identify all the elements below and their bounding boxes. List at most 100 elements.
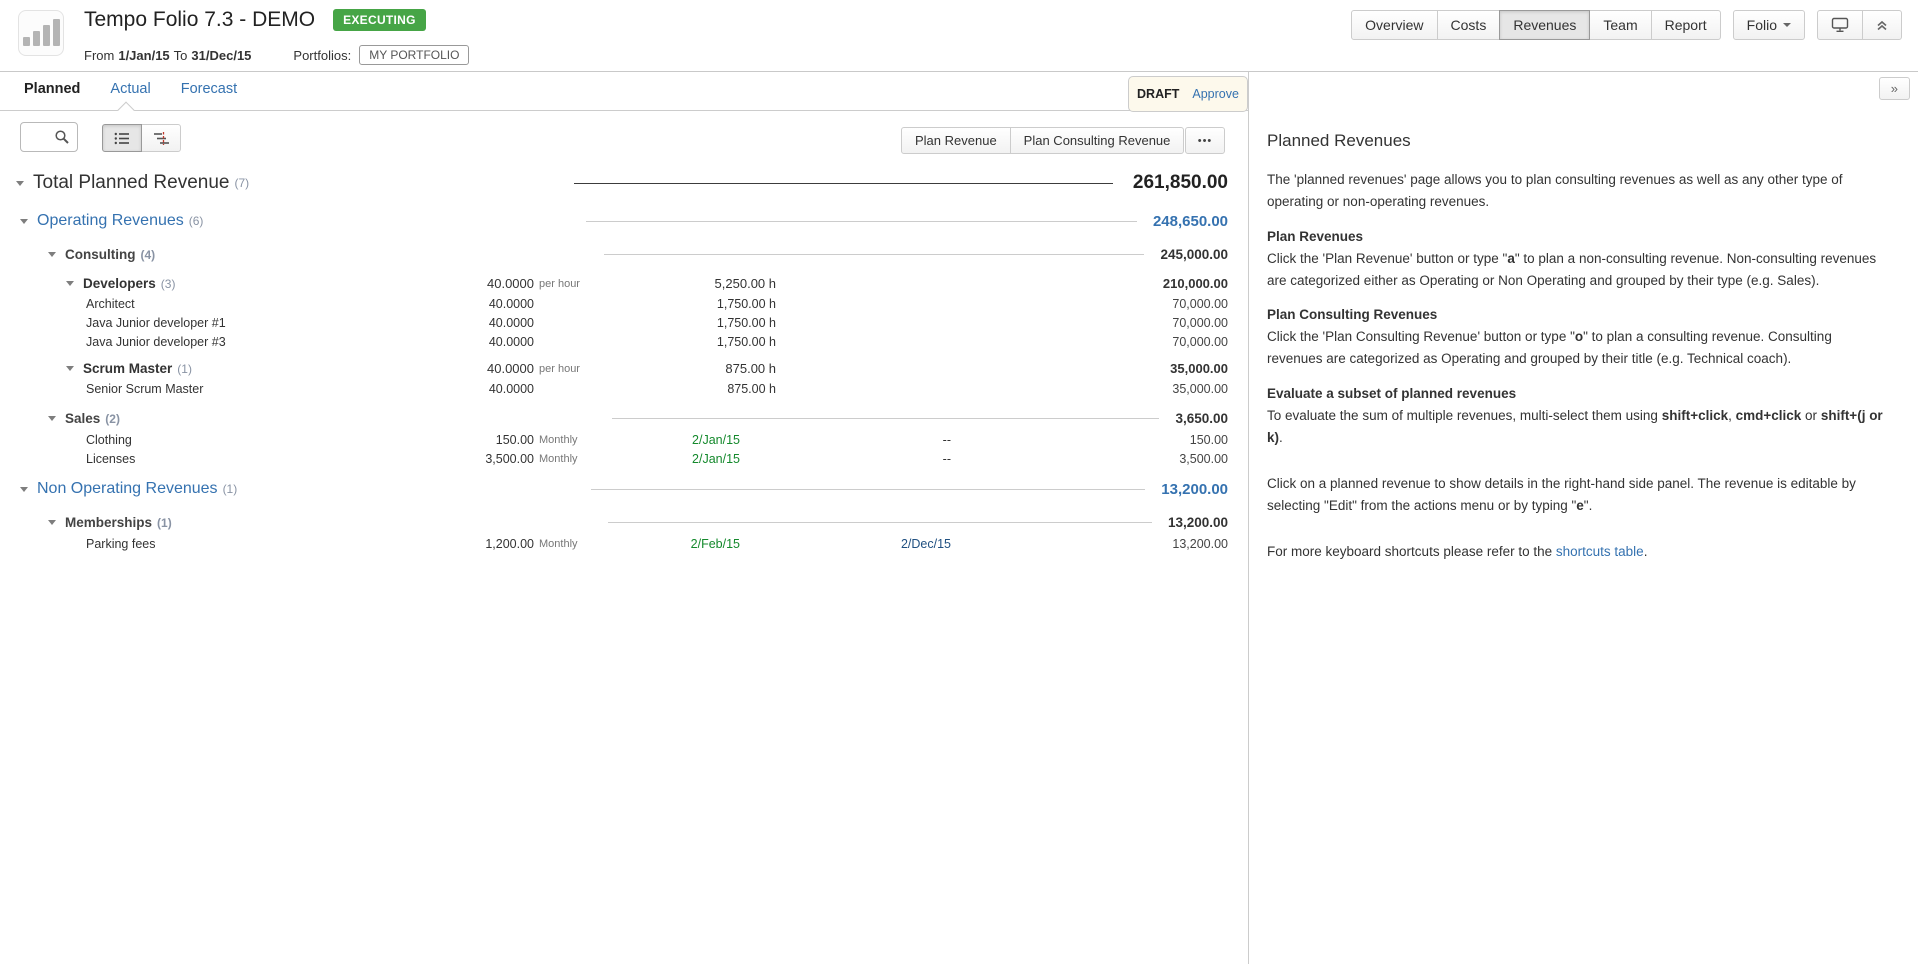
amount-cell: 13,200.00: [1161, 481, 1228, 498]
view-subnav: Planned Actual Forecast: [0, 72, 1248, 110]
shortcuts-table-link[interactable]: shortcuts table: [1556, 544, 1644, 559]
rate-cell: 40.0000: [414, 335, 534, 349]
row-label: Parking fees: [86, 537, 155, 551]
tab-forecast[interactable]: Forecast: [181, 81, 237, 97]
portfolios-label: Portfolios:: [293, 48, 351, 63]
nav-tab-team[interactable]: Team: [1589, 10, 1651, 40]
table-row[interactable]: Non Operating Revenues(1)13,200.00: [16, 476, 1228, 502]
rate-unit-cell: per hour: [534, 363, 596, 375]
subnav-divider: [0, 110, 1248, 111]
panel-paragraph: Click the 'Plan Consulting Revenue' butt…: [1267, 326, 1891, 370]
amount-cell: 210,000.00: [951, 276, 1228, 291]
rate-cell: 1,200.00: [414, 537, 534, 551]
approve-link[interactable]: Approve: [1192, 87, 1239, 101]
hours-or-start-cell: 1,750.00 h: [596, 335, 776, 349]
date-range-from-label: From: [84, 48, 114, 63]
panel-subheading: Plan Revenues: [1267, 229, 1891, 244]
panel-subheading: Plan Consulting Revenues: [1267, 307, 1891, 322]
chevron-down-icon[interactable]: [66, 366, 74, 371]
rate-unit-cell: per hour: [534, 278, 596, 290]
expand-panel-button[interactable]: »: [1879, 77, 1910, 100]
table-row[interactable]: Total Planned Revenue(7)261,850.00: [16, 166, 1228, 200]
hours-or-start-cell: 875.00 h: [596, 361, 776, 376]
table-row[interactable]: Sales(2)3,650.00: [16, 407, 1228, 430]
portfolio-button[interactable]: MY PORTFOLIO: [359, 45, 469, 65]
row-rule: [574, 183, 1112, 184]
timeline-view-icon: [153, 132, 170, 145]
hours-or-start-cell: 2/Jan/15: [596, 452, 776, 466]
row-rule: [608, 522, 1152, 523]
table-row[interactable]: Developers(3)40.0000per hour5,250.00 h21…: [16, 273, 1228, 294]
table-row[interactable]: Operating Revenues(6)248,650.00: [16, 208, 1228, 234]
table-row[interactable]: Architect40.00001,750.00 h70,000.00: [16, 294, 1228, 313]
timeline-view-button[interactable]: [141, 124, 181, 152]
row-count: (6): [189, 214, 204, 228]
hours-or-start-cell: 1,750.00 h: [596, 297, 776, 311]
panel-paragraph: To evaluate the sum of multiple revenues…: [1267, 405, 1891, 449]
row-rule: [604, 254, 1144, 255]
amount-cell: 70,000.00: [951, 335, 1228, 349]
rate-cell: 40.0000: [414, 276, 534, 291]
table-row[interactable]: Java Junior developer #340.00001,750.00 …: [16, 332, 1228, 351]
monitor-icon: [1831, 17, 1849, 33]
table-row[interactable]: Java Junior developer #140.00001,750.00 …: [16, 313, 1228, 332]
amount-cell: 150.00: [951, 433, 1228, 447]
more-actions-button[interactable]: •••: [1185, 127, 1225, 154]
row-rule: [591, 489, 1146, 490]
table-row[interactable]: Memberships(1)13,200.00: [16, 511, 1228, 534]
amount-cell: 245,000.00: [1160, 247, 1228, 262]
table-row[interactable]: Senior Scrum Master40.0000875.00 h35,000…: [16, 379, 1228, 398]
chevron-down-icon[interactable]: [48, 252, 56, 257]
nav-tab-revenues[interactable]: Revenues: [1499, 10, 1590, 40]
rate-cell: 40.0000: [414, 361, 534, 376]
amount-cell: 13,200.00: [1168, 515, 1228, 530]
presentation-mode-button[interactable]: [1817, 10, 1863, 40]
page-title: Tempo Folio 7.3 - DEMO: [84, 8, 315, 32]
nav-tab-report[interactable]: Report: [1651, 10, 1721, 40]
chevron-down-icon[interactable]: [48, 416, 56, 421]
row-label: Consulting: [65, 247, 136, 262]
rate-unit-cell: Monthly: [534, 434, 596, 446]
plan-revenue-button[interactable]: Plan Revenue: [901, 127, 1011, 154]
nav-tab-overview[interactable]: Overview: [1351, 10, 1437, 40]
hours-or-start-cell: 2/Feb/15: [596, 537, 776, 551]
table-row[interactable]: Licenses3,500.00Monthly2/Jan/15--3,500.0…: [16, 449, 1228, 468]
chevron-down-icon[interactable]: [66, 281, 74, 286]
main-nav-tabs: OverviewCostsRevenuesTeamReport: [1351, 10, 1720, 40]
folio-menu-button[interactable]: Folio: [1733, 10, 1805, 40]
row-label: Clothing: [86, 433, 132, 447]
status-badge: EXECUTING: [333, 9, 426, 31]
collapse-header-button[interactable]: [1862, 10, 1902, 40]
panel-body: The 'planned revenues' page allows you t…: [1267, 169, 1891, 562]
end-date-cell: --: [776, 433, 951, 447]
hours-or-start-cell: 1,750.00 h: [596, 316, 776, 330]
table-row[interactable]: Clothing150.00Monthly2/Jan/15--150.00: [16, 430, 1228, 449]
chevrons-up-icon: [1876, 19, 1888, 31]
row-count: (2): [105, 412, 120, 426]
amount-cell: 35,000.00: [951, 382, 1228, 396]
list-view-button[interactable]: [102, 124, 142, 152]
app-logo-icon: [18, 10, 64, 56]
table-row[interactable]: Parking fees1,200.00Monthly2/Feb/152/Dec…: [16, 534, 1228, 553]
date-range-from: 1/Jan/15: [118, 48, 169, 63]
panel-title: Planned Revenues: [1267, 131, 1891, 151]
table-row[interactable]: Consulting(4)245,000.00: [16, 243, 1228, 266]
row-label: Total Planned Revenue: [33, 172, 229, 194]
tab-planned[interactable]: Planned: [24, 81, 80, 97]
row-rule: [612, 418, 1160, 419]
tab-actual[interactable]: Actual: [110, 81, 150, 97]
chevron-down-icon[interactable]: [48, 520, 56, 525]
chevron-down-icon[interactable]: [20, 487, 28, 492]
rate-cell: 40.0000: [414, 316, 534, 330]
amount-cell: 248,650.00: [1153, 213, 1228, 230]
row-count: (7): [234, 176, 249, 190]
chevron-down-icon[interactable]: [20, 219, 28, 224]
nav-tab-costs[interactable]: Costs: [1437, 10, 1501, 40]
chevron-down-icon[interactable]: [16, 181, 24, 186]
rate-cell: 3,500.00: [414, 452, 534, 466]
table-row[interactable]: Scrum Master(1)40.0000per hour875.00 h35…: [16, 358, 1228, 379]
plan-consulting-revenue-button[interactable]: Plan Consulting Revenue: [1010, 127, 1185, 154]
search-input[interactable]: [20, 122, 78, 152]
date-range-to-label: To: [174, 48, 188, 63]
hours-or-start-cell: 5,250.00 h: [596, 276, 776, 291]
